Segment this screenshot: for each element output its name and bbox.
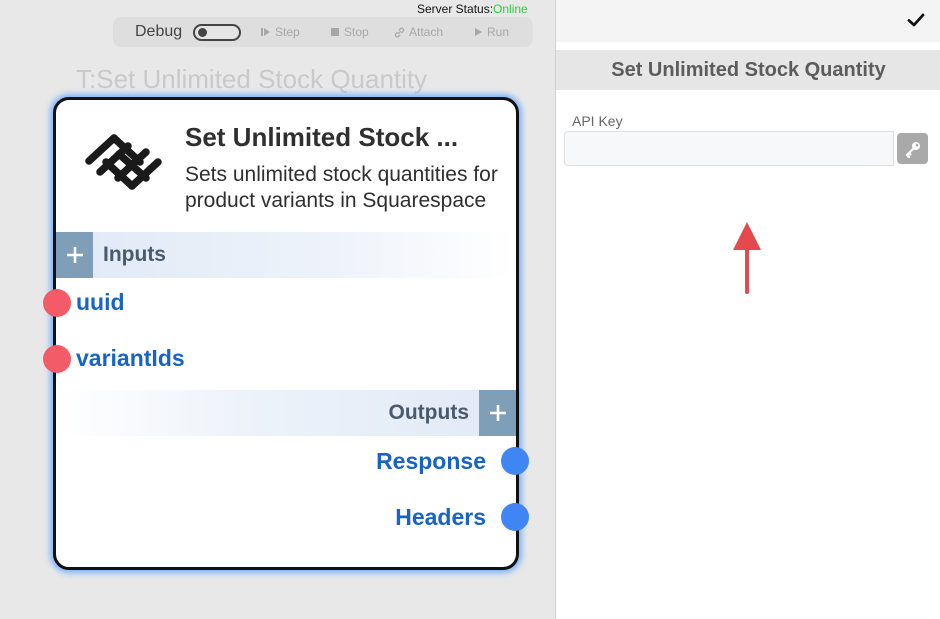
attach-button[interactable]: Attach [394, 25, 443, 39]
stop-button[interactable]: Stop [330, 25, 369, 39]
output-port-response[interactable] [501, 447, 529, 475]
api-key-label: API Key [572, 113, 623, 129]
input-name-uuid: uuid [76, 289, 125, 315]
output-name-response: Response [376, 448, 486, 474]
server-status: Server Status:Online [417, 2, 528, 16]
add-output-button[interactable] [479, 390, 516, 436]
checkmark-icon[interactable] [907, 11, 925, 29]
step-button[interactable]: Step [261, 25, 300, 39]
key-icon [905, 141, 920, 158]
api-key-button[interactable] [897, 133, 928, 164]
node-description-wrapper: Sets unlimited stock quantities for prod… [185, 162, 505, 224]
link-icon [394, 27, 405, 37]
api-key-input[interactable] [564, 131, 894, 166]
run-button[interactable]: Run [474, 25, 509, 39]
workflow-node[interactable]: Set Unlimited Stock ... Sets unlimited s… [43, 97, 529, 570]
debug-label: Debug [135, 23, 183, 40]
red-arrow-annotation [733, 222, 761, 294]
output-port-headers[interactable] [501, 503, 529, 531]
run-label: Run [487, 25, 510, 39]
plus-icon [489, 405, 506, 421]
input-name-variantids: variantIds [76, 345, 185, 371]
inputs-label: Inputs [103, 243, 166, 266]
squarespace-logo-icon [85, 134, 162, 190]
step-label: Step [275, 25, 300, 39]
play-icon [475, 28, 482, 36]
node-title: Set Unlimited Stock ... [185, 122, 459, 152]
task-title: T:Set Unlimited Stock Quantity [76, 64, 428, 94]
properties-panel: Set Unlimited Stock Quantity API Key [555, 0, 940, 619]
outputs-section: Outputs [56, 390, 516, 436]
node-description: Sets unlimited stock quantities for prod… [185, 163, 498, 212]
debug-toolbar: Debug Step Stop Attach Run [113, 17, 533, 47]
workflow-canvas[interactable]: Server Status:Online Debug Step Stop Att… [0, 0, 555, 619]
attach-label: Attach [409, 25, 444, 39]
outputs-label: Outputs [388, 401, 469, 424]
server-status-label: Server Status: [417, 2, 494, 16]
inputs-section: Inputs [56, 232, 516, 278]
step-icon [261, 28, 270, 36]
plus-icon [66, 247, 83, 263]
add-input-button[interactable] [56, 232, 93, 278]
output-name-headers: Headers [395, 504, 486, 530]
stop-icon [331, 28, 339, 36]
input-port-uuid[interactable] [43, 289, 71, 317]
stop-label: Stop [344, 25, 369, 39]
panel-topbar [556, 0, 940, 42]
input-port-variantids[interactable] [43, 345, 71, 373]
server-status-value: Online [493, 2, 528, 16]
debug-toggle-knob [198, 28, 207, 37]
panel-title: Set Unlimited Stock Quantity [556, 50, 940, 90]
debug-toggle[interactable] [193, 24, 241, 41]
